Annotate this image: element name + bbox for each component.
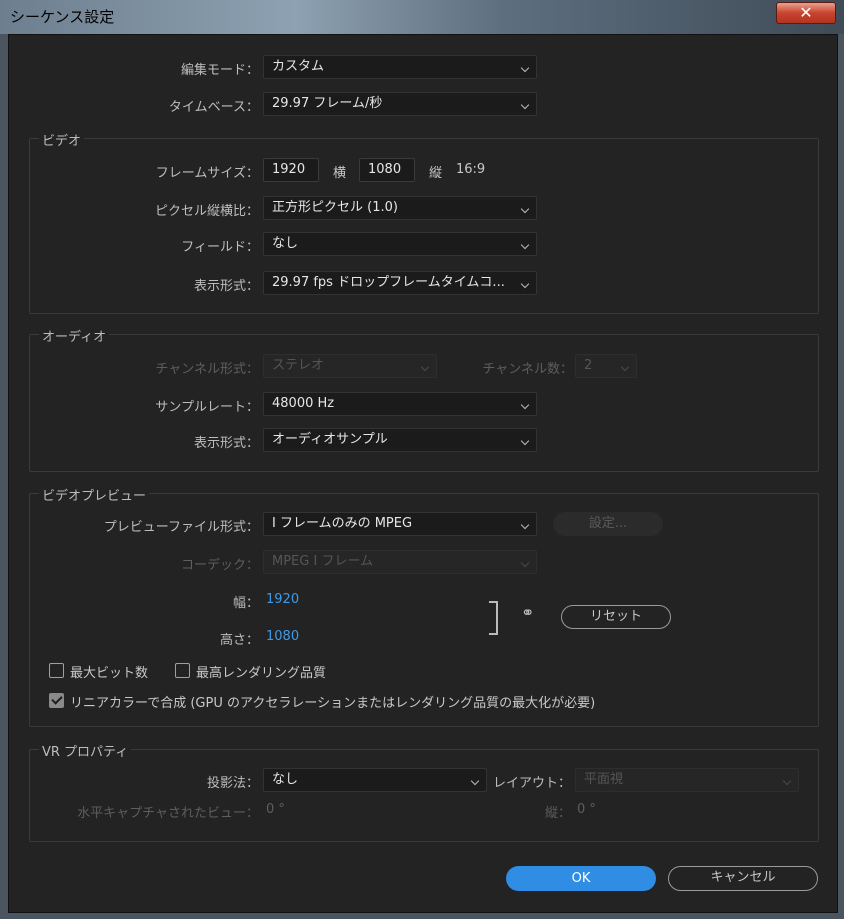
vertical-label: 縦 [429,166,443,181]
codec-value: MPEG I フレーム [272,554,374,569]
aspect-ratio: 16:9 [456,162,486,177]
video-display-format-dropdown[interactable]: 29.97 fps ドロップフレームタイムコ... [263,271,537,295]
audio-display-format-label: 表示形式： [193,436,259,451]
pixel-aspect-value: 正方形ピクセル (1.0) [272,200,398,215]
channel-count-dropdown[interactable]: 2 [575,354,637,378]
edit-mode-value: カスタム [272,59,325,74]
timebase-label: タイムベース： [168,100,259,115]
cancel-button[interactable]: キャンセル [668,866,818,891]
preview-file-format-dropdown[interactable]: I フレームのみの MPEG [263,512,537,536]
link-bracket [489,601,498,635]
max-render-quality-checkbox[interactable] [175,663,190,678]
layout-label: レイアウト： [492,776,571,791]
field-value: なし [272,236,299,251]
sample-rate-label: サンプルレート： [155,400,259,415]
preview-file-format-value: I フレームのみの MPEG [272,516,413,531]
vr-vertical-value: 0 ° [577,802,596,817]
frame-width-input[interactable]: 1920 [263,158,319,182]
frame-size-label: フレームサイズ： [155,166,259,181]
chevron-down-icon [420,362,430,372]
projection-dropdown[interactable]: なし [263,768,487,792]
chevron-down-icon [470,776,480,786]
frame-height-input[interactable]: 1080 [359,158,415,182]
video-preview-group-title: ビデオプレビュー [39,485,150,504]
h-captured-view-label: 水平キャプチャされたビュー： [77,806,259,821]
chevron-down-icon [520,100,530,110]
chevron-down-icon [520,204,530,214]
channel-count-label: チャンネル数： [482,362,573,377]
ok-button[interactable]: OK [506,866,656,891]
chevron-down-icon [520,436,530,446]
window-title: シーケンス設定 [10,8,115,26]
vr-group [29,749,819,842]
preview-width-value[interactable]: 1920 [266,592,299,607]
vr-group-title: VR プロパティ [39,741,132,760]
codec-dropdown[interactable]: MPEG I フレーム [263,550,537,574]
chevron-down-icon [782,776,792,786]
video-group-title: ビデオ [39,130,85,149]
sample-rate-value: 48000 Hz [272,396,335,411]
field-label: フィールド： [181,240,259,255]
chevron-down-icon [520,400,530,410]
chevron-down-icon [520,558,530,568]
preview-height-value[interactable]: 1080 [266,629,299,644]
title-bar: シーケンス設定 ✕ [0,0,844,34]
max-bit-depth-checkbox[interactable] [49,663,64,678]
close-icon: ✕ [799,3,813,22]
link-chain-icon[interactable]: ⚭ [521,603,534,622]
video-display-format-label: 表示形式： [193,279,259,294]
codec-label: コーデック： [180,558,259,573]
timebase-dropdown[interactable]: 29.97 フレーム/秒 [263,92,537,116]
timebase-value: 29.97 フレーム/秒 [272,96,383,111]
linear-color-label: リニアカラーで合成 (GPU のアクセラレーションまたはレンダリング品質の最大化… [70,696,596,711]
reset-button[interactable]: リセット [561,605,671,629]
layout-value: 平面視 [584,772,624,787]
projection-label: 投影法： [206,776,259,791]
sample-rate-dropdown[interactable]: 48000 Hz [263,392,537,416]
preview-file-format-label: プレビューファイル形式： [103,520,259,535]
chevron-down-icon [520,63,530,73]
channel-count-value: 2 [584,358,593,373]
close-button[interactable]: ✕ [776,2,836,24]
audio-group-title: オーディオ [39,326,110,345]
audio-display-format-dropdown[interactable]: オーディオサンプル [263,428,537,452]
max-render-quality-label: 最高レンダリング品質 [196,666,327,681]
chevron-down-icon [520,240,530,250]
pixel-aspect-dropdown[interactable]: 正方形ピクセル (1.0) [263,196,537,220]
sequence-settings-dialog: 編集モード： カスタム タイムベース： 29.97 フレーム/秒 ビデオ フレー… [8,34,838,913]
edit-mode-label: 編集モード： [180,63,259,78]
chevron-down-icon [520,279,530,289]
pixel-aspect-label: ピクセル縦横比： [154,204,259,219]
preview-height-label: 高さ： [219,633,259,648]
field-dropdown[interactable]: なし [263,232,537,256]
chevron-down-icon [520,520,530,530]
projection-value: なし [272,772,299,787]
chevron-down-icon [620,362,630,372]
edit-mode-dropdown[interactable]: カスタム [263,55,537,79]
vr-vertical-label: 縦： [544,806,571,821]
horizontal-label: 横 [333,166,347,181]
video-display-format-value: 29.97 fps ドロップフレームタイムコ... [272,275,505,290]
linear-color-checkbox[interactable] [49,693,64,708]
preview-width-label: 幅： [232,596,259,611]
channel-format-dropdown[interactable]: ステレオ [263,354,437,378]
max-bit-depth-label: 最大ビット数 [70,666,149,681]
preview-settings-button[interactable]: 設定... [553,512,663,536]
channel-format-value: ステレオ [272,358,325,373]
channel-format-label: チャンネル形式： [155,362,259,377]
audio-display-format-value: オーディオサンプル [272,432,388,447]
layout-dropdown[interactable]: 平面視 [575,768,799,792]
h-captured-view-value: 0 ° [266,802,285,817]
